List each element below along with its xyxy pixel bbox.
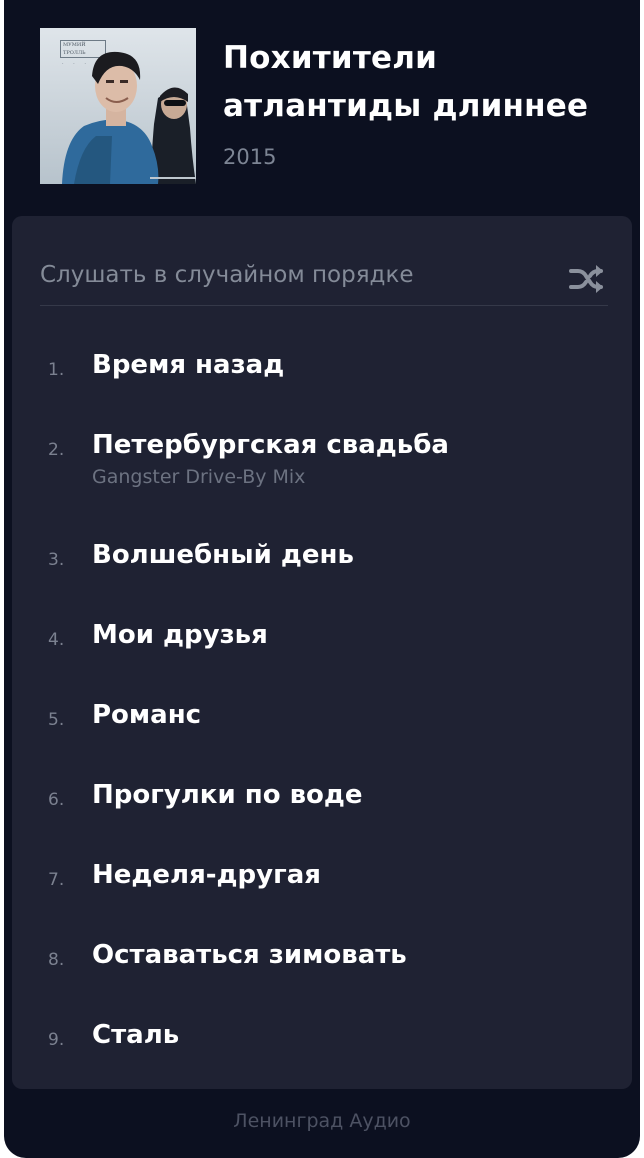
track-title: Романс <box>92 700 202 730</box>
track-number: 4. <box>48 630 65 650</box>
track-row[interactable]: 2. Петербургская свадьба Gangster Drive-… <box>48 426 608 488</box>
track-title: Оставаться зимовать <box>92 940 407 970</box>
track-row[interactable]: 3. Волшебный день <box>48 536 608 596</box>
track-version: Gangster Drive-By Mix <box>92 466 306 488</box>
track-row[interactable]: 1. Время назад <box>48 346 608 406</box>
track-number: 3. <box>48 550 65 570</box>
track-number: 5. <box>48 710 65 730</box>
track-title: Прогулки по воде <box>92 780 363 810</box>
album-cover[interactable]: МУМИЙ ТРОЛЛЬ · · · <box>40 28 196 184</box>
track-number: 8. <box>48 950 65 970</box>
album-title: Похитители атлантиды длиннее <box>223 40 589 124</box>
track-number: 7. <box>48 870 65 890</box>
track-title: Время назад <box>92 350 285 380</box>
label-footer: Ленинград Аудио <box>233 1110 411 1132</box>
shuffle-button[interactable]: Слушать в случайном порядке <box>40 234 608 306</box>
album-year: 2015 <box>223 145 277 169</box>
track-row[interactable]: 9. Сталь <box>48 1016 608 1076</box>
track-number: 9. <box>48 1030 65 1050</box>
track-title: Неделя-другая <box>92 860 321 890</box>
app-frame: МУМИЙ ТРОЛЛЬ · · · Похитители атлантиды … <box>4 0 640 1158</box>
track-row[interactable]: 6. Прогулки по воде <box>48 776 608 836</box>
track-number: 6. <box>48 790 65 810</box>
track-row[interactable]: 4. Мои друзья <box>48 616 608 676</box>
track-row[interactable]: 8. Оставаться зимовать <box>48 936 608 996</box>
cover-photo <box>62 51 196 184</box>
track-title: Сталь <box>92 1020 180 1050</box>
track-title: Петербургская свадьба <box>92 430 449 460</box>
album-header: МУМИЙ ТРОЛЛЬ · · · Похитители атлантиды … <box>40 28 620 188</box>
shuffle-icon[interactable] <box>568 262 606 296</box>
shuffle-label: Слушать в случайном порядке <box>40 262 414 288</box>
tracklist-panel: Слушать в случайном порядке 1. Время наз… <box>12 216 632 1089</box>
track-number: 1. <box>48 360 65 380</box>
track-row[interactable]: 5. Романс <box>48 696 608 756</box>
track-title: Мои друзья <box>92 620 268 650</box>
track-row[interactable]: 7. Неделя-другая <box>48 856 608 916</box>
track-number: 2. <box>48 440 65 460</box>
track-title: Волшебный день <box>92 540 354 570</box>
